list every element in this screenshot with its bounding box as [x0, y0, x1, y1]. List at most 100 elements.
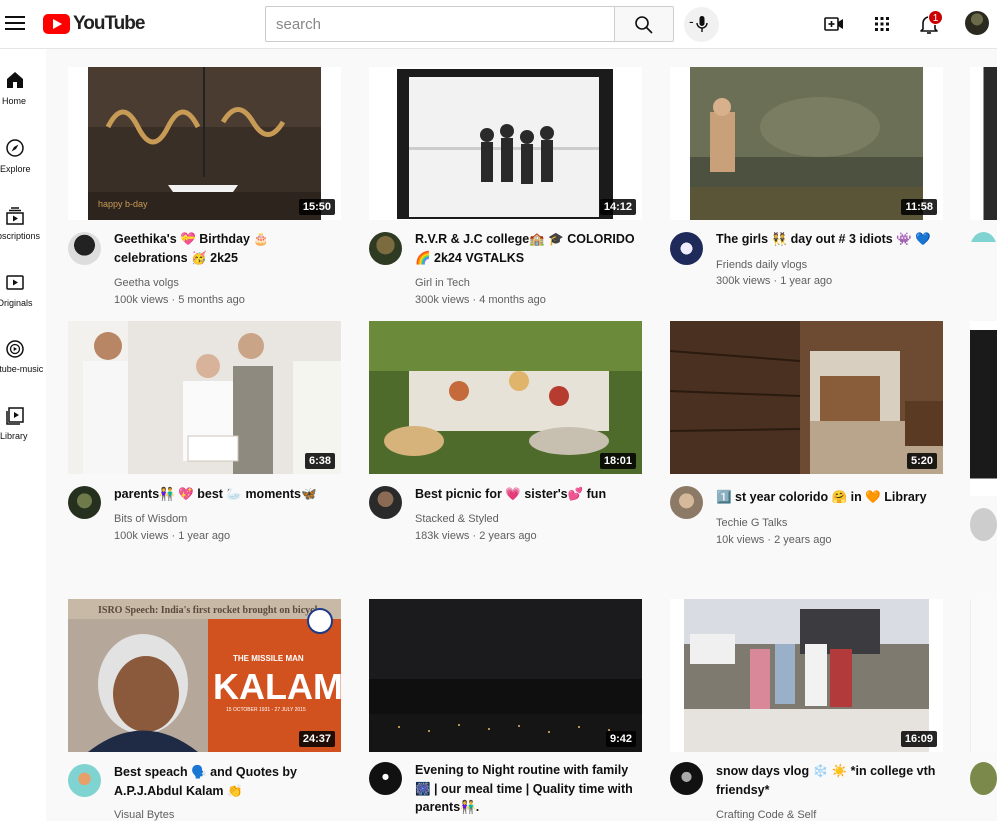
channel-name[interactable]: Geetha volgs — [114, 277, 179, 289]
youtube-logo[interactable]: YouTube — [43, 13, 145, 35]
microphone-icon — [696, 16, 708, 32]
video-thumbnail[interactable]: 14:12 — [369, 67, 642, 220]
partial-video-card[interactable] — [970, 599, 997, 821]
channel-avatar[interactable] — [68, 764, 101, 797]
play-logo-icon — [43, 14, 70, 34]
sidebar-label-subscriptions: Subscriptions — [0, 231, 41, 241]
sidebar-label-music: Youtube-music — [0, 364, 44, 374]
sidebar-label-explore: Explore — [0, 164, 31, 174]
video-card[interactable]: 16:09 snow days vlog ❄️ ☀️ *in college v… — [670, 599, 943, 821]
create-video-icon[interactable] — [822, 12, 846, 36]
channel-name[interactable]: Friends daily vlogs — [716, 259, 807, 271]
channel-avatar[interactable] — [970, 762, 997, 795]
sidebar-item-originals[interactable]: Originals — [0, 264, 46, 324]
channel-name[interactable]: Techie G Talks — [716, 517, 787, 529]
search-button[interactable] — [614, 6, 674, 42]
channel-name[interactable]: Crafting Code & Self — [716, 809, 816, 821]
partial-video-card[interactable] — [970, 67, 997, 242]
user-avatar[interactable] — [965, 11, 989, 35]
search-icon — [635, 16, 653, 34]
video-title[interactable]: R.V.R & J.C college🏫 🎓 COLORIDO🌈 2k24 VG… — [415, 230, 642, 267]
channel-avatar[interactable] — [68, 486, 101, 519]
partial-video-card[interactable] — [970, 321, 997, 546]
voice-search-button[interactable]: - — [684, 7, 719, 42]
apps-grid-icon[interactable] — [870, 12, 894, 36]
channel-avatar[interactable] — [68, 232, 101, 265]
sidebar-label-home: Home — [2, 96, 27, 106]
top-bar: YouTube - 1 — [0, 0, 997, 49]
sidebar-item-library[interactable]: Library — [0, 399, 46, 459]
channel-avatar[interactable] — [369, 232, 402, 265]
video-title[interactable]: Geethika's 💝 Birthday 🎂 celebrations 🥳 2… — [114, 230, 341, 267]
sidebar: Home Explore Subscriptions Originals You… — [0, 49, 46, 821]
video-duration: 24:37 — [298, 731, 335, 747]
channel-name[interactable]: Girl in Tech — [415, 277, 470, 289]
video-thumbnail[interactable]: 16:09 — [670, 599, 943, 752]
logo-text: YouTube — [73, 13, 145, 34]
video-thumbnail[interactable] — [970, 321, 997, 496]
video-card[interactable]: happy b-day 15:50 Geethika's 💝 Birthday … — [68, 67, 341, 306]
video-thumbnail[interactable]: 6:38 — [68, 321, 341, 474]
video-duration: 9:42 — [605, 731, 636, 747]
video-title[interactable]: Best picnic for 💗 sister's💕 fun — [415, 485, 642, 504]
video-thumbnail[interactable]: ISRO Speech: India's first rocket brough… — [68, 599, 341, 752]
video-thumbnail[interactable] — [970, 67, 997, 220]
kalam-header-text: ISRO Speech: India's first rocket brough… — [98, 605, 322, 616]
video-thumbnail[interactable] — [970, 599, 997, 752]
video-duration: 15:50 — [298, 199, 335, 215]
video-meta: 183k views · 2 years ago — [415, 530, 537, 542]
subscriptions-icon — [6, 207, 24, 225]
video-card[interactable]: 18:01 Best picnic for 💗 sister's💕 fun St… — [369, 321, 642, 542]
video-card[interactable]: 9:42 Evening to Night routine with famil… — [369, 599, 642, 821]
channel-avatar[interactable] — [970, 508, 997, 541]
channel-avatar[interactable] — [369, 762, 402, 795]
channel-name[interactable]: Bits of Wisdom — [114, 513, 187, 525]
video-title[interactable]: The girls 👯 day out # 3 idiots 👾 💙 — [716, 230, 943, 249]
video-card[interactable]: ISRO Speech: India's first rocket brough… — [68, 599, 341, 821]
channel-avatar[interactable] — [670, 486, 703, 519]
video-duration: 16:09 — [900, 731, 937, 747]
video-thumbnail[interactable]: 11:58 — [670, 67, 943, 220]
video-duration: 11:58 — [901, 199, 937, 215]
video-thumbnail[interactable]: 9:42 — [369, 599, 642, 752]
video-title[interactable]: 1️⃣ st year colorido 🤗 in 🧡 Library — [716, 488, 943, 507]
mic-prefix: - — [689, 13, 694, 29]
balloon-text: happy b-day — [98, 199, 148, 209]
video-meta: 300k views · 4 months ago — [415, 294, 546, 306]
channel-avatar[interactable] — [670, 762, 703, 795]
channel-avatar[interactable] — [369, 486, 402, 519]
sidebar-item-subscriptions[interactable]: Subscriptions — [0, 197, 46, 257]
video-thumbnail[interactable]: happy b-day 15:50 — [68, 67, 341, 220]
video-title[interactable]: Evening to Night routine with family🎆 | … — [415, 761, 642, 817]
video-card[interactable]: 11:58 The girls 👯 day out # 3 idiots 👾 💙… — [670, 67, 943, 287]
video-title[interactable]: parents👫 💖 best 🦢 moments🦋 — [114, 485, 341, 504]
video-duration: 18:01 — [599, 453, 636, 469]
video-title[interactable]: Best speach 🗣️ and Quotes by A.P.J.Abdul… — [114, 763, 341, 800]
video-thumbnail[interactable]: 18:01 — [369, 321, 642, 474]
video-card[interactable]: 5:20 1️⃣ st year colorido 🤗 in 🧡 Library… — [670, 321, 943, 546]
video-thumbnail[interactable]: 5:20 — [670, 321, 943, 474]
channel-name[interactable]: Stacked & Styled — [415, 513, 499, 525]
sidebar-item-explore[interactable]: Explore — [0, 129, 46, 189]
video-duration: 14:12 — [599, 199, 636, 215]
sidebar-label-originals: Originals — [0, 298, 33, 308]
library-icon — [6, 407, 24, 425]
video-duration: 6:38 — [304, 453, 335, 469]
channel-avatar[interactable] — [970, 232, 997, 242]
kalam-dates-text: 15 OCTOBER 1931 - 27 JULY 2015 — [226, 707, 306, 713]
music-icon — [6, 340, 24, 358]
video-meta: 100k views · 1 year ago — [114, 530, 231, 542]
video-duration: 5:20 — [906, 453, 937, 469]
channel-name[interactable]: Visual Bytes — [114, 809, 174, 821]
sidebar-item-home[interactable]: Home — [0, 61, 46, 121]
video-title[interactable]: snow days vlog ❄️ ☀️ *in college vth fri… — [716, 762, 943, 799]
video-card[interactable]: 6:38 parents👫 💖 best 🦢 moments🦋 Bits of … — [68, 321, 341, 542]
sidebar-item-music[interactable]: Youtube-music — [0, 332, 46, 392]
notification-count-badge: 1 — [928, 10, 943, 25]
kalam-tag-text: THE MISSILE MAN — [233, 654, 304, 663]
home-icon — [7, 72, 23, 88]
channel-avatar[interactable] — [670, 232, 703, 265]
video-card[interactable]: 14:12 R.V.R & J.C college🏫 🎓 COLORIDO🌈 2… — [369, 67, 642, 306]
hamburger-menu-icon[interactable] — [5, 12, 25, 34]
search-input[interactable] — [265, 6, 615, 42]
